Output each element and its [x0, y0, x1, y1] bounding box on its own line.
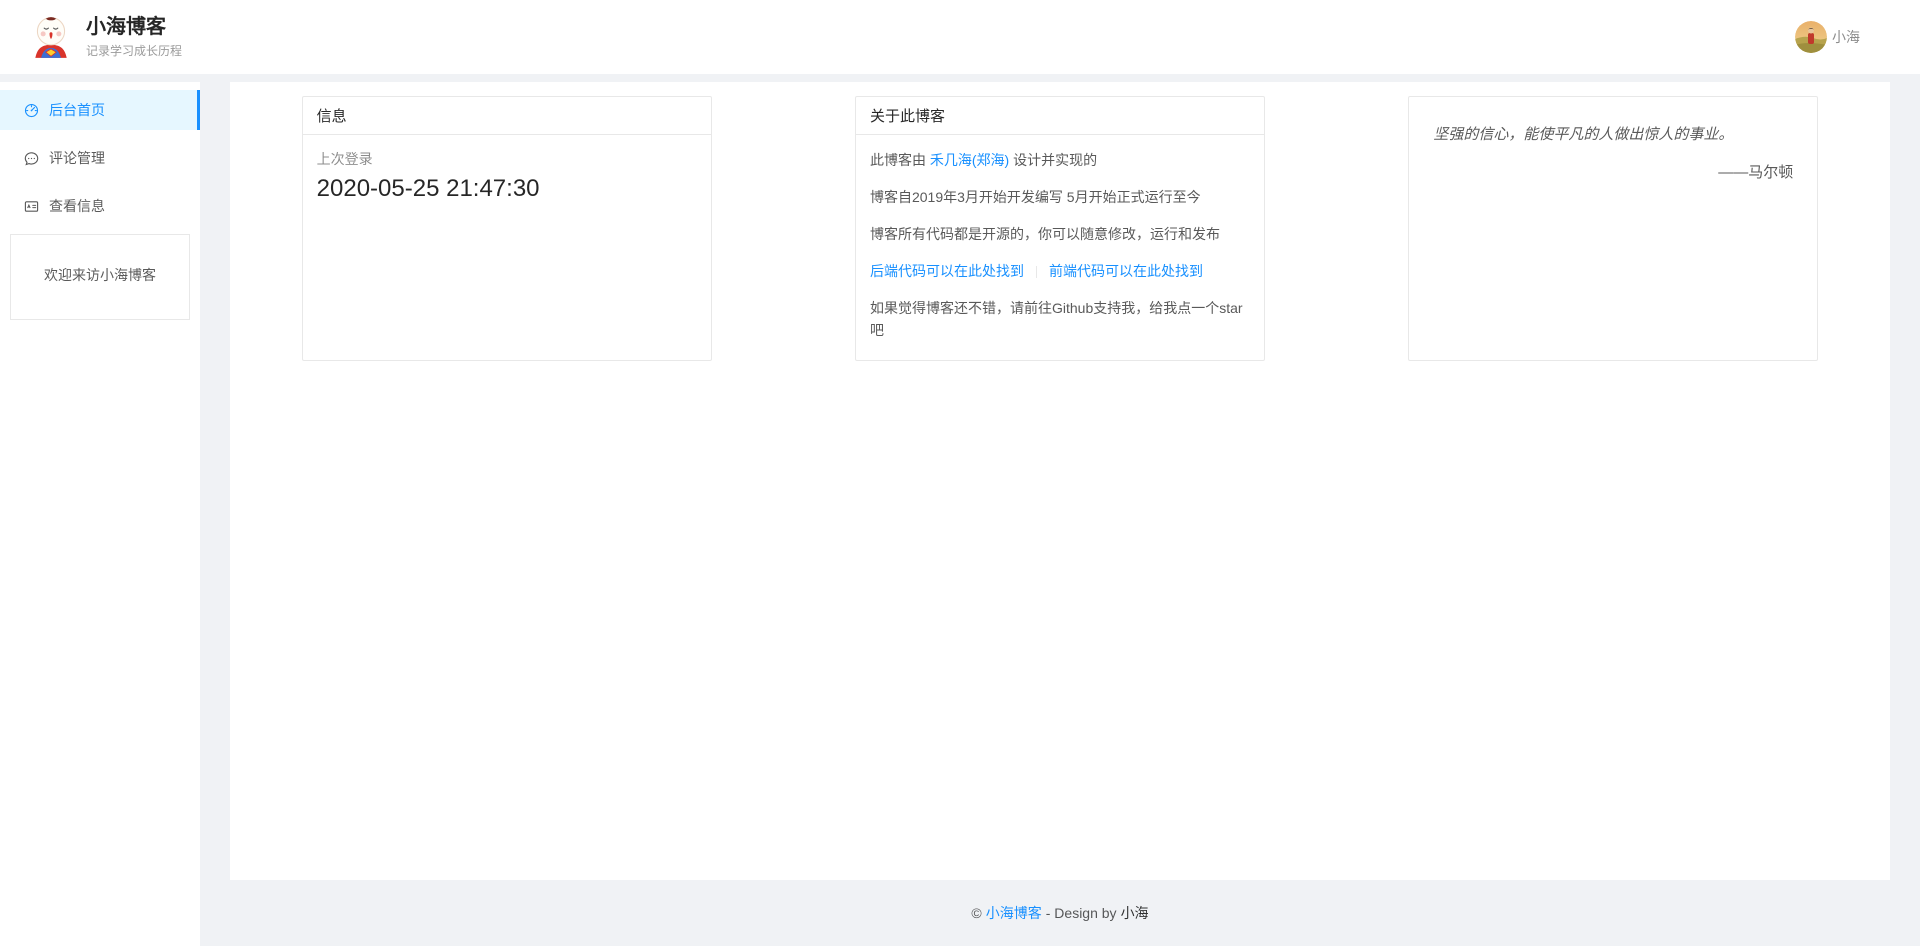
main-panel: 信息 上次登录 2020-05-25 21:47:30 关于此博客 此博客由 禾… — [230, 82, 1890, 880]
welcome-text: 欢迎来访小海博客 — [44, 267, 156, 283]
about-line-author: 此博客由 禾几海(郑海) 设计并实现的 — [870, 149, 1250, 171]
about-author-suffix: 设计并实现的 — [1009, 152, 1097, 168]
about-line-history: 博客自2019年3月开始开发编写 5月开始正式运行至今 — [870, 186, 1250, 208]
designer-name: 小海 — [1121, 903, 1149, 923]
last-login-value: 2020-05-25 21:47:30 — [317, 175, 697, 203]
idcard-icon — [24, 199, 39, 214]
content-column: 信息 上次登录 2020-05-25 21:47:30 关于此博客 此博客由 禾… — [230, 82, 1890, 946]
footer-brand-link[interactable]: 小海博客 — [986, 903, 1042, 923]
backend-code-link[interactable]: 后端代码可以在此处找到 — [870, 263, 1024, 279]
footer: © 小海博客 - Design by 小海 — [230, 880, 1890, 946]
frontend-code-link[interactable]: 前端代码可以在此处找到 — [1049, 263, 1203, 279]
welcome-box: 欢迎来访小海博客 — [10, 234, 190, 320]
sidebar-item-label: 查看信息 — [49, 196, 105, 216]
sidebar-item-label: 评论管理 — [49, 148, 105, 168]
info-card-title: 信息 — [303, 97, 711, 135]
blog-logo-icon — [28, 14, 74, 60]
header: 小海博客 记录学习成长历程 — [0, 0, 1920, 74]
site-title: 小海博客 — [86, 15, 182, 39]
about-line-opensource: 博客所有代码都是开源的，你可以随意修改，运行和发布 — [870, 223, 1250, 245]
message-icon — [24, 151, 39, 166]
info-card: 信息 上次登录 2020-05-25 21:47:30 — [302, 96, 712, 361]
vertical-divider — [1036, 266, 1037, 278]
layout-body: 后台首页 评论管理 查看信息 — [0, 82, 1920, 946]
about-card-title: 关于此博客 — [856, 97, 1264, 135]
user-name[interactable]: 小海 — [1832, 27, 1860, 47]
sidebar-item-dashboard[interactable]: 后台首页 — [0, 90, 200, 130]
site-subtitle: 记录学习成长历程 — [86, 42, 182, 59]
about-line-links: 后端代码可以在此处找到 前端代码可以在此处找到 — [870, 260, 1250, 282]
quote-text: 坚强的信心，能使平凡的人做出惊人的事业。 — [1433, 123, 1793, 147]
user-avatar[interactable] — [1795, 21, 1827, 53]
about-card-body: 此博客由 禾几海(郑海) 设计并实现的 博客自2019年3月开始开发编写 5月开… — [856, 135, 1264, 370]
sidebar-item-comments[interactable]: 评论管理 — [0, 138, 200, 178]
info-card-body: 上次登录 2020-05-25 21:47:30 — [303, 135, 711, 217]
copyright-prefix: © — [971, 905, 981, 921]
last-login-label: 上次登录 — [317, 149, 697, 169]
about-author-prefix: 此博客由 — [870, 152, 930, 168]
quote-author: ——马尔顿 — [1433, 161, 1793, 182]
sidebar: 后台首页 评论管理 查看信息 — [0, 82, 200, 946]
brand: 小海博客 记录学习成长历程 — [28, 14, 182, 60]
quote-card: 坚强的信心，能使平凡的人做出惊人的事业。 ——马尔顿 — [1408, 96, 1818, 361]
sidebar-item-label: 后台首页 — [49, 100, 105, 120]
brand-text: 小海博客 记录学习成长历程 — [86, 15, 182, 59]
cards-grid: 信息 上次登录 2020-05-25 21:47:30 关于此博客 此博客由 禾… — [230, 96, 1890, 361]
about-line-star: 如果觉得博客还不错，请前往Github支持我，给我点一个star吧 — [870, 297, 1250, 341]
design-by-text: - Design by — [1046, 905, 1117, 921]
user-menu[interactable]: 小海 — [1795, 21, 1860, 53]
dashboard-icon — [24, 103, 39, 118]
about-card: 关于此博客 此博客由 禾几海(郑海) 设计并实现的 博客自2019年3月开始开发… — [855, 96, 1265, 361]
author-link[interactable]: 禾几海(郑海) — [930, 152, 1009, 168]
sidebar-item-view-info[interactable]: 查看信息 — [0, 186, 200, 226]
